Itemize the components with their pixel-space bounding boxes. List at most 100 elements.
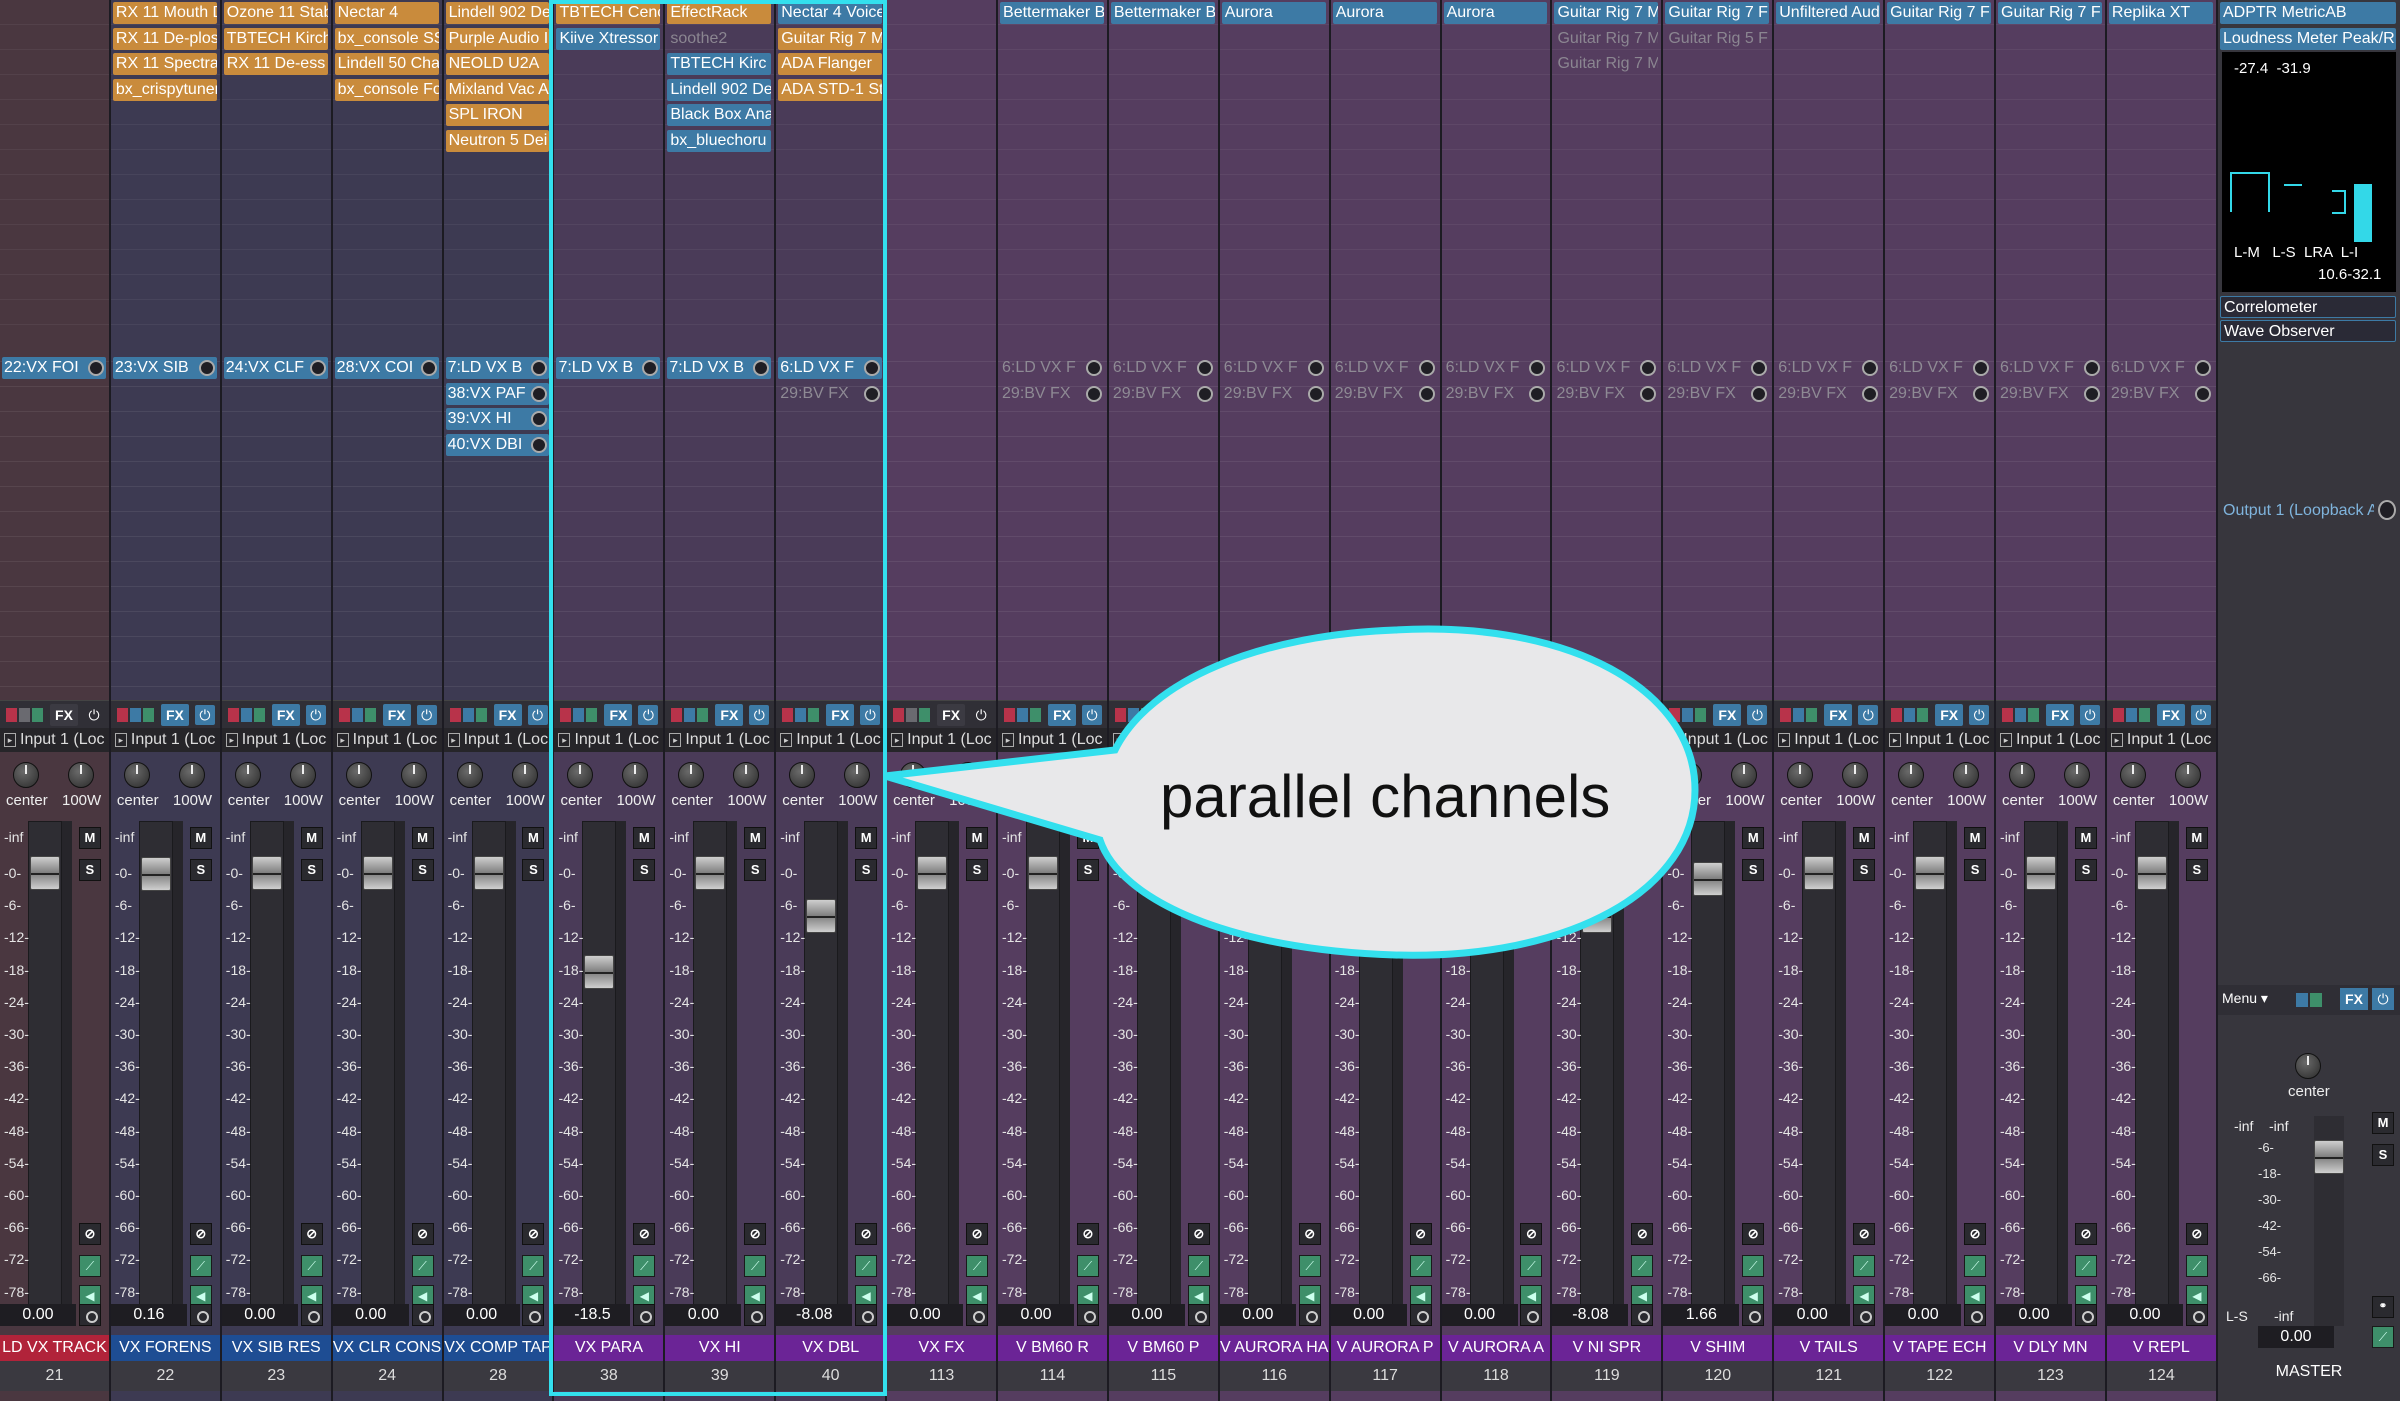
- width-knob[interactable]: [2064, 762, 2091, 788]
- power-icon[interactable]: ⏻: [527, 705, 548, 725]
- send-level-knob-icon[interactable]: [864, 360, 881, 376]
- input-arrow-icon[interactable]: ▸: [891, 733, 904, 747]
- send-level-knob-icon[interactable]: [1862, 360, 1879, 376]
- power-icon[interactable]: ⏻: [1636, 705, 1657, 725]
- send-level-knob-icon[interactable]: [1196, 385, 1213, 402]
- solo-button[interactable]: S: [1853, 859, 1876, 881]
- record-icon[interactable]: [1520, 1304, 1543, 1326]
- insert-slot[interactable]: Purple Audio I: [445, 27, 550, 50]
- input-selector[interactable]: ▸ Input 1 (Loc: [1774, 728, 1884, 752]
- fader-cap[interactable]: [1693, 862, 1724, 897]
- channel-name[interactable]: V AURORA P: [1330, 1335, 1440, 1361]
- insert-slot[interactable]: Replika XT: [2108, 2, 2213, 24]
- fx-button[interactable]: FX: [271, 704, 300, 726]
- pan-knob[interactable]: [1011, 762, 1038, 788]
- fader-cap[interactable]: [1360, 856, 1391, 890]
- insert-slot[interactable]: Aurora: [1221, 2, 1326, 24]
- volume-value[interactable]: 0.00: [1330, 1304, 1407, 1326]
- fader-cap[interactable]: [695, 856, 726, 890]
- fader-cap[interactable]: [2026, 856, 2057, 890]
- insert-slot[interactable]: Guitar Rig 7 F: [1998, 2, 2102, 24]
- power-icon[interactable]: ⏻: [2190, 705, 2211, 725]
- automation-icon[interactable]: ⟋: [1187, 1255, 1210, 1277]
- fader-cap[interactable]: [1582, 899, 1613, 934]
- input-selector[interactable]: ▸ Input 1 (Loc: [665, 728, 775, 752]
- mute-button[interactable]: M: [522, 827, 545, 849]
- send-level-knob-icon[interactable]: [2194, 385, 2211, 402]
- send-level-knob-icon[interactable]: [531, 411, 548, 427]
- pan-knob[interactable]: [789, 762, 816, 788]
- insert-slot[interactable]: Lindell 902 De: [667, 78, 772, 101]
- automation-icon[interactable]: ⟋: [1298, 1255, 1321, 1277]
- power-icon[interactable]: ⏻: [305, 705, 326, 725]
- channel-name[interactable]: V BM60 R: [998, 1335, 1107, 1361]
- power-icon[interactable]: ⏻: [2080, 705, 2101, 725]
- solo-button[interactable]: S: [1631, 859, 1654, 881]
- input-selector[interactable]: ▸ Input 1 (Loc: [1441, 728, 1551, 752]
- master-automation-icon[interactable]: ⟋: [2372, 1326, 2394, 1348]
- send-level-knob-icon[interactable]: [1640, 360, 1657, 376]
- send-level-knob-icon[interactable]: [1529, 360, 1546, 376]
- fader-cap[interactable]: [473, 856, 504, 890]
- record-icon[interactable]: [522, 1304, 545, 1326]
- master-output-selector[interactable]: Output 1 (Loopback A: [2220, 500, 2374, 522]
- phase-invert-icon[interactable]: ⊘: [189, 1223, 212, 1245]
- solo-button[interactable]: S: [522, 859, 545, 881]
- automation-icon[interactable]: ⟋: [1742, 1255, 1765, 1277]
- volume-value[interactable]: 0.00: [1219, 1304, 1296, 1326]
- automation-icon[interactable]: ⟋: [1409, 1255, 1432, 1277]
- send-slot[interactable]: 7:LD VX B: [445, 357, 550, 379]
- send-level-knob-icon[interactable]: [1751, 360, 1768, 376]
- solo-button[interactable]: S: [966, 859, 989, 881]
- solo-button[interactable]: S: [411, 859, 434, 881]
- record-icon[interactable]: [1298, 1304, 1321, 1326]
- send-level-knob-icon[interactable]: [531, 360, 548, 376]
- input-arrow-icon[interactable]: ▸: [780, 733, 793, 747]
- phase-invert-icon[interactable]: ⊘: [744, 1223, 767, 1245]
- send-level-knob-icon[interactable]: [642, 360, 659, 376]
- automation-icon[interactable]: ⟋: [411, 1255, 434, 1277]
- volume-value[interactable]: 0.00: [0, 1304, 76, 1326]
- power-icon[interactable]: ⏻: [1082, 705, 1103, 725]
- input-arrow-icon[interactable]: ▸: [1334, 733, 1347, 747]
- channel-name[interactable]: V NI SPR: [1552, 1335, 1662, 1361]
- channel-name[interactable]: V REPL: [2106, 1335, 2216, 1361]
- phase-invert-icon[interactable]: ⊘: [1853, 1223, 1876, 1245]
- record-icon[interactable]: [78, 1304, 101, 1326]
- insert-slot[interactable]: ADA Flanger: [778, 53, 883, 75]
- channel-name[interactable]: V AURORA A: [1441, 1335, 1551, 1361]
- automation-icon[interactable]: ⟋: [189, 1255, 212, 1277]
- input-arrow-icon[interactable]: ▸: [114, 733, 127, 747]
- automation-icon[interactable]: ⟋: [966, 1255, 989, 1277]
- send-slot[interactable]: 29:BV FX: [1887, 383, 1991, 405]
- fader-cap[interactable]: [917, 856, 948, 890]
- send-slot[interactable]: 6:LD VX F: [1333, 357, 1437, 379]
- volume-value[interactable]: 0.00: [1996, 1304, 2073, 1326]
- phase-invert-icon[interactable]: ⊘: [1187, 1223, 1210, 1245]
- record-icon[interactable]: [1742, 1304, 1765, 1326]
- phase-invert-icon[interactable]: ⊘: [2185, 1223, 2208, 1245]
- record-icon[interactable]: [855, 1304, 878, 1326]
- channel-name[interactable]: V DLY MN: [1996, 1335, 2105, 1361]
- input-selector[interactable]: ▸ Input 1 (Loc: [554, 728, 664, 752]
- pan-knob[interactable]: [2009, 762, 2036, 788]
- send-level-knob-icon[interactable]: [2194, 360, 2211, 376]
- insert-slot[interactable]: Ozone 11 Stab: [223, 2, 328, 24]
- width-knob[interactable]: [289, 762, 316, 788]
- input-selector[interactable]: ▸ Input 1 (Loc: [1219, 728, 1329, 752]
- volume-value[interactable]: 0.00: [1885, 1304, 1962, 1326]
- volume-value[interactable]: 0.00: [1108, 1304, 1185, 1326]
- send-slot[interactable]: 23:VX SIB: [112, 357, 217, 379]
- fx-button[interactable]: FX: [2046, 704, 2075, 726]
- fx-button[interactable]: FX: [160, 704, 189, 726]
- send-slot[interactable]: 6:LD VX F: [1887, 357, 1991, 379]
- phase-invert-icon[interactable]: ⊘: [1409, 1223, 1432, 1245]
- volume-value[interactable]: 1.66: [1663, 1304, 1740, 1326]
- mute-button[interactable]: M: [2074, 827, 2097, 849]
- send-slot[interactable]: 29:BV FX: [1444, 383, 1548, 405]
- phase-invert-icon[interactable]: ⊘: [411, 1223, 434, 1245]
- record-icon[interactable]: [411, 1304, 434, 1326]
- send-slot[interactable]: 6:LD VX F: [2109, 357, 2213, 379]
- mute-button[interactable]: M: [1853, 827, 1876, 849]
- insert-slot[interactable]: Aurora: [1332, 2, 1437, 24]
